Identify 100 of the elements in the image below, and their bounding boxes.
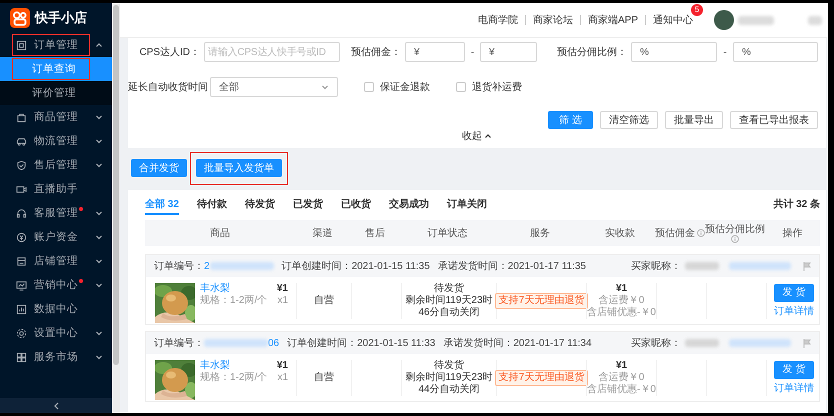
monitor-icon — [16, 280, 27, 290]
header-link[interactable]: 商家端APP — [580, 13, 645, 27]
collapse-link[interactable]: 收起 — [462, 130, 492, 142]
blur-patch — [210, 262, 274, 270]
select-field[interactable]: 全部 — [210, 77, 338, 97]
input-field[interactable]: % — [733, 42, 818, 62]
created-label: 订单创建时间： — [287, 336, 358, 350]
buyer-label: 买家昵称： — [631, 260, 681, 273]
chevron-down-icon — [321, 83, 329, 91]
sidebar-item[interactable]: 物流管理 — [0, 129, 112, 153]
sidebar-item[interactable]: 服务市场 — [0, 345, 112, 369]
sidebar-item[interactable]: 售后管理 — [0, 153, 112, 177]
column-header: 订单状态 — [428, 228, 468, 238]
total-count: 共计 32 条 — [773, 198, 820, 212]
checkbox[interactable] — [364, 82, 374, 92]
blur-patch — [685, 339, 719, 347]
checkbox[interactable] — [456, 82, 466, 92]
header-link[interactable]: 商家论坛 — [526, 13, 580, 27]
product-spec: 规格：1-2两/个 — [200, 294, 268, 306]
sidebar-item[interactable]: 直播助手 — [0, 177, 112, 201]
field-label: 延长自动收货时间 — [128, 80, 209, 94]
notification-badge: 5 — [691, 4, 703, 16]
product-quantity: x1 — [277, 294, 288, 306]
chevron-down-icon — [95, 233, 103, 241]
avatar — [714, 10, 734, 30]
toolbar-button[interactable]: 批量导出 — [665, 111, 723, 129]
column-header: 实收款 — [605, 228, 635, 238]
blur-patch — [729, 339, 791, 347]
logo-icon — [10, 8, 30, 28]
range-separator: - — [470, 46, 476, 58]
input-field[interactable]: ¥ — [480, 42, 537, 62]
sidebar-item[interactable]: 订单管理 — [0, 33, 112, 57]
order-status: 待发货 — [434, 282, 464, 294]
chevron-down-icon — [95, 161, 103, 169]
promise-label: 承诺发货时间： — [438, 260, 508, 273]
notification-dot — [79, 279, 83, 283]
created-label: 订单创建时间： — [282, 260, 352, 273]
sidebar-item[interactable]: 店铺管理 — [0, 249, 112, 273]
product-price: ¥1 — [276, 282, 288, 294]
square-icon — [16, 40, 27, 50]
checkbox-label[interactable]: 保证金退款 — [380, 80, 430, 94]
sidebar-item[interactable]: 账户资金 — [0, 225, 112, 249]
input-field[interactable]: 请输入CPS达人快手号或ID — [204, 42, 340, 62]
brand-title: 快手小店 — [35, 9, 87, 27]
tab[interactable]: 交易成功 — [388, 197, 429, 215]
tab[interactable]: 已收货 — [340, 197, 371, 215]
input-field[interactable]: % — [631, 42, 717, 62]
shipping-fee: 含运费￥0 — [598, 294, 644, 306]
chevron-down-icon — [95, 353, 103, 361]
column-header: 渠道 — [312, 228, 332, 238]
flag-icon — [803, 262, 811, 270]
blur-patch — [808, 16, 822, 24]
service-tag: 支持7天无理由退货 — [494, 292, 588, 308]
order-number-label: 订单编号： — [154, 260, 204, 273]
sidebar-item[interactable]: 营销中心 — [0, 273, 112, 297]
checkbox-label[interactable]: 退货补运费 — [472, 80, 522, 94]
sidebar-item[interactable]: 商品管理 — [0, 105, 112, 129]
notification-dot — [79, 207, 83, 211]
toolbar-button[interactable]: 清空筛选 — [600, 111, 658, 129]
headset-icon — [16, 208, 27, 218]
chevron-down-icon — [95, 257, 103, 265]
created-time: 2021-01-15 11:33 — [357, 338, 436, 348]
collapse-button[interactable] — [52, 402, 60, 410]
toolbar-button[interactable]: 查看已导出报表 — [730, 111, 818, 129]
blur-patch — [738, 16, 774, 24]
tab[interactable]: 待付款 — [196, 197, 227, 215]
column-header: 预估佣金 — [655, 228, 695, 238]
header-link[interactable]: 电商学院 — [470, 13, 525, 27]
chevron-down-icon — [95, 137, 103, 145]
chevron-down-icon — [95, 281, 103, 289]
column-header: 商品 — [210, 228, 230, 238]
input-field[interactable]: ¥ — [405, 42, 465, 62]
header-link[interactable]: 通知中心 — [646, 13, 700, 27]
field-label: CPS达人ID： — [138, 46, 201, 59]
field-label: 预估分佣比例： — [556, 46, 628, 59]
chevron-down-icon — [95, 329, 103, 337]
product-quantity: x1 — [277, 372, 288, 384]
submenu-item[interactable]: 评价管理 — [0, 81, 112, 105]
shield-icon — [16, 160, 27, 170]
blur-patch — [729, 262, 791, 270]
settings-icon — [16, 328, 27, 338]
promise-label: 承诺发货时间： — [443, 336, 514, 350]
shipping-fee: 含运费￥0 — [598, 372, 644, 384]
car-icon — [16, 136, 27, 146]
info-icon — [731, 234, 739, 242]
promise-time: 2021-01-17 11:35 — [508, 260, 586, 272]
chevron-left-icon — [52, 402, 60, 410]
tab[interactable]: 已发货 — [292, 197, 323, 215]
blur-patch — [204, 339, 268, 347]
sidebar-item[interactable]: 数据中心 — [0, 297, 112, 321]
sidebar-item[interactable]: 客服管理 — [0, 201, 112, 225]
range-separator: - — [722, 46, 728, 58]
tab[interactable]: 待发货 — [244, 197, 275, 215]
field-label: 预估佣金： — [350, 46, 402, 59]
sidebar-item[interactable]: 设置中心 — [0, 321, 112, 345]
countdown-text: 46分自动关闭 — [418, 306, 480, 318]
buyer-label: 买家昵称： — [631, 336, 681, 350]
chevron-down-icon — [95, 209, 103, 217]
tab[interactable]: 订单关闭 — [446, 197, 487, 215]
coin-icon — [16, 232, 27, 242]
